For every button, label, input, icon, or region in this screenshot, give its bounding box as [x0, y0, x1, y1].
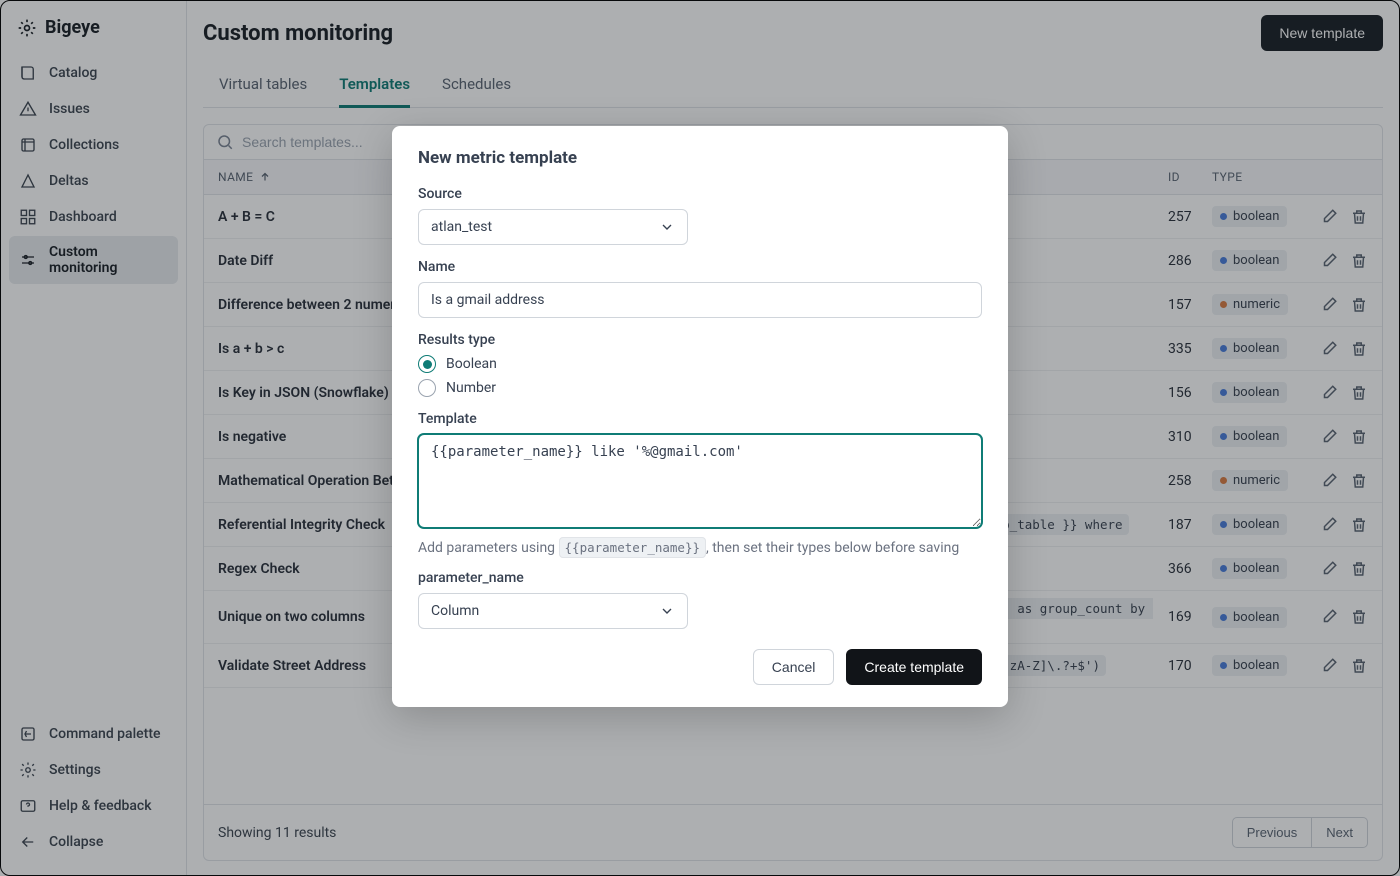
radio-checked-icon: [418, 355, 436, 373]
source-label: Source: [418, 186, 982, 202]
radio-unchecked-icon: [418, 379, 436, 397]
template-textarea[interactable]: [418, 434, 982, 528]
results-type-label: Results type: [418, 332, 982, 348]
chevron-down-icon: [659, 219, 675, 235]
template-hint: Add parameters using {{parameter_name}},…: [418, 540, 982, 556]
create-template-button[interactable]: Create template: [846, 649, 982, 685]
source-select[interactable]: atlan_test: [418, 209, 688, 245]
template-label: Template: [418, 411, 982, 427]
cancel-button[interactable]: Cancel: [753, 649, 835, 685]
modal-title: New metric template: [418, 148, 982, 168]
radio-number[interactable]: Number: [418, 379, 982, 397]
new-template-modal: New metric template Source atlan_test Na…: [392, 126, 1008, 707]
radio-boolean[interactable]: Boolean: [418, 355, 982, 373]
name-input[interactable]: [418, 282, 982, 318]
modal-overlay[interactable]: New metric template Source atlan_test Na…: [0, 0, 1400, 876]
chevron-down-icon: [659, 603, 675, 619]
param-type-select[interactable]: Column: [418, 593, 688, 629]
name-label: Name: [418, 259, 982, 275]
param-label: parameter_name: [418, 570, 982, 586]
